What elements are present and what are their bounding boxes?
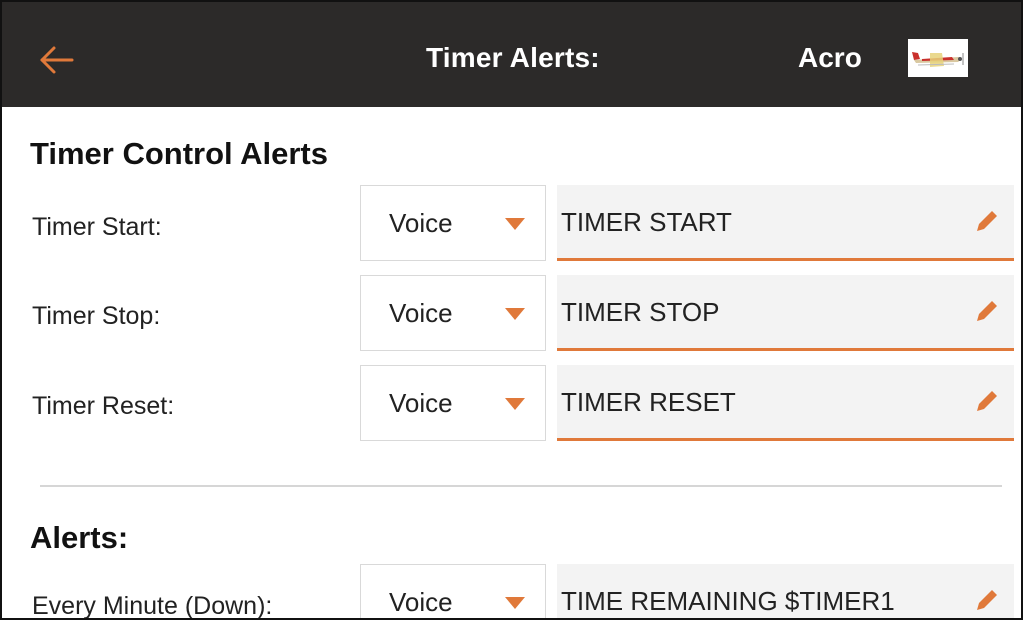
arrow-left-icon xyxy=(40,46,74,74)
timer-stop-type-dropdown[interactable]: Voice xyxy=(360,275,546,351)
dropdown-value: Voice xyxy=(389,587,453,617)
row-label-timer-reset: Timer Reset: xyxy=(32,392,175,420)
dropdown-value: Voice xyxy=(389,208,453,238)
dropdown-value: Voice xyxy=(389,388,453,418)
timer-stop-text-field[interactable]: TIMER STOP xyxy=(557,275,1014,351)
pencil-icon[interactable] xyxy=(971,207,1001,237)
timer-start-text-field[interactable]: TIMER START xyxy=(557,185,1014,261)
row-label-timer-stop: Timer Stop: xyxy=(32,302,161,330)
section-title-alerts: Alerts: xyxy=(30,520,129,555)
airplane-thumbnail-icon[interactable] xyxy=(908,39,968,77)
row-label-every-minute: Every Minute (Down): xyxy=(32,592,273,620)
pencil-icon[interactable] xyxy=(971,387,1001,417)
caret-down-icon xyxy=(505,308,525,320)
pencil-icon[interactable] xyxy=(971,297,1001,327)
top-app-bar: Timer Alerts: Acro xyxy=(2,2,1021,107)
section-divider xyxy=(40,485,1002,487)
back-button[interactable] xyxy=(36,42,80,78)
field-value: TIMER RESET xyxy=(561,387,736,417)
caret-down-icon xyxy=(505,398,525,410)
pencil-icon[interactable] xyxy=(971,586,1001,616)
field-value: TIME REMAINING $TIMER1 xyxy=(561,586,895,616)
row-label-timer-start: Timer Start: xyxy=(32,213,162,241)
caret-down-icon xyxy=(505,218,525,230)
timer-start-type-dropdown[interactable]: Voice xyxy=(360,185,546,261)
screen-frame: Timer Alerts: Acro Timer Control Alerts … xyxy=(0,0,1023,620)
dropdown-value: Voice xyxy=(389,298,453,328)
every-minute-type-dropdown[interactable]: Voice xyxy=(360,564,546,618)
page-title: Timer Alerts: xyxy=(426,42,600,73)
caret-down-icon xyxy=(505,597,525,609)
timer-reset-text-field[interactable]: TIMER RESET xyxy=(557,365,1014,441)
model-name: Acro xyxy=(798,42,862,73)
field-value: TIMER START xyxy=(561,207,732,237)
every-minute-text-field[interactable]: TIME REMAINING $TIMER1 xyxy=(557,564,1014,618)
field-value: TIMER STOP xyxy=(561,297,720,327)
section-title-timer-control: Timer Control Alerts xyxy=(30,136,328,171)
timer-reset-type-dropdown[interactable]: Voice xyxy=(360,365,546,441)
